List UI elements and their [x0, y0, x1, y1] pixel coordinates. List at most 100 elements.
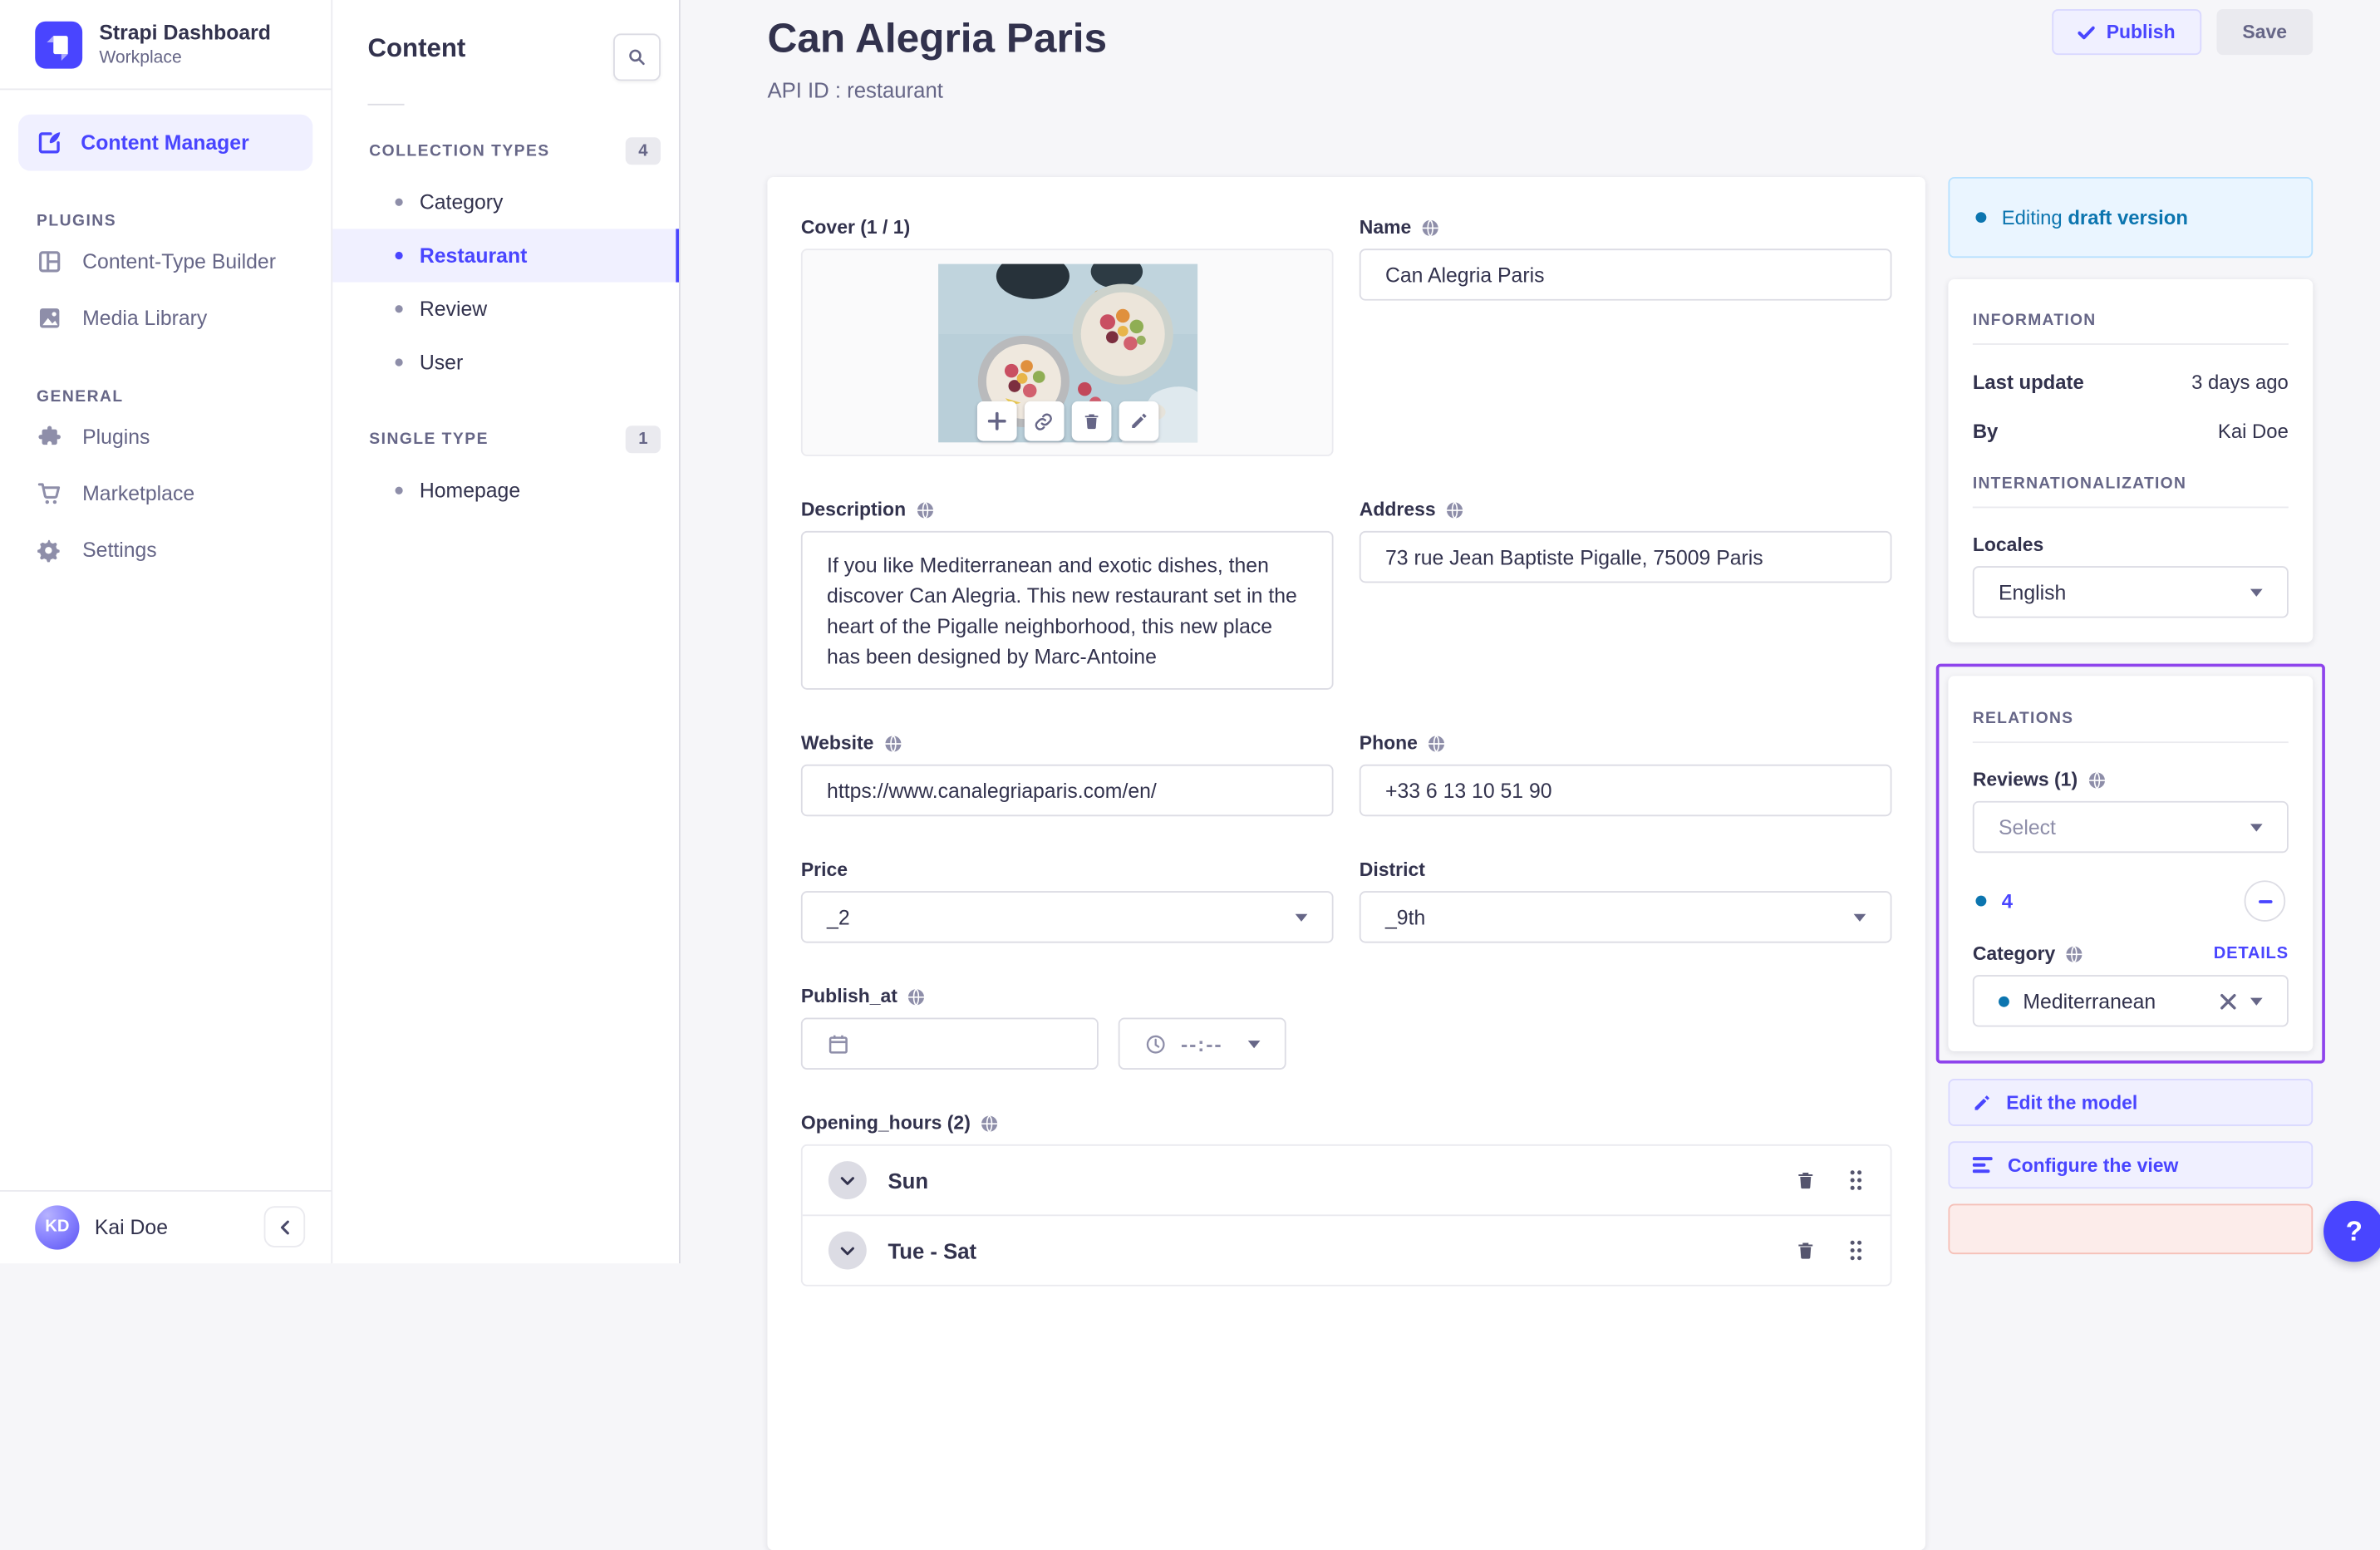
remove-relation-button[interactable] [2244, 880, 2286, 922]
clear-icon[interactable] [2220, 992, 2236, 1009]
chevron-down-icon [2250, 996, 2263, 1005]
subnav-item-label: Homepage [419, 479, 521, 503]
add-asset-button[interactable] [976, 401, 1016, 441]
relations-card: RELATIONS Reviews (1) Select 4 Category … [1948, 676, 2314, 1051]
collapse-sidebar-button[interactable] [263, 1206, 306, 1247]
subnav-item-label: User [419, 351, 464, 374]
website-input[interactable]: https://www.canalegriaparis.com/en/ [800, 764, 1334, 817]
district-select[interactable]: _9th [1359, 891, 1892, 943]
category-label: Category [1972, 942, 2056, 965]
relations-highlight-outline: RELATIONS Reviews (1) Select 4 Category … [1935, 663, 2325, 1064]
api-id-subtitle: API ID : restaurant [767, 77, 943, 103]
description-textarea[interactable]: If you like Mediterranean and exotic dis… [800, 530, 1334, 690]
divider [1972, 506, 2289, 509]
time-input[interactable]: --:-- [1118, 1017, 1286, 1070]
sidebar-item-content-type-builder[interactable]: Content-Type Builder [0, 234, 331, 290]
layout-icon [37, 248, 62, 274]
delete-entry-button-partial[interactable] [1948, 1203, 2314, 1255]
subnav-item-restaurant[interactable]: Restaurant [332, 229, 679, 283]
delete-entry-button[interactable] [1796, 1240, 1816, 1262]
plus-icon [986, 411, 1006, 431]
delete-asset-button[interactable] [1070, 401, 1111, 441]
save-button[interactable]: Save [2216, 9, 2314, 56]
locale-select[interactable]: English [1972, 566, 2289, 618]
globe-icon [915, 499, 935, 519]
edit-model-button[interactable]: Edit the model [1948, 1078, 2314, 1126]
bullet-icon [395, 251, 403, 260]
divider [1972, 741, 2289, 744]
status-dot-icon [1975, 212, 1987, 224]
drag-handle-icon[interactable] [1847, 1169, 1864, 1192]
sidebar-item-marketplace[interactable]: Marketplace [0, 465, 331, 522]
chevron-down-icon [840, 1176, 854, 1184]
reviews-select[interactable]: Select [1972, 800, 2289, 854]
count-badge: 4 [625, 137, 661, 165]
expand-entry-button[interactable] [828, 1231, 867, 1270]
bullet-icon [1999, 995, 2009, 1006]
field-label: District [1359, 859, 1425, 881]
subnav-item-review[interactable]: Review [332, 283, 679, 336]
expand-entry-button[interactable] [828, 1161, 867, 1200]
internationalization-title: INTERNATIONALIZATION [1972, 474, 2187, 493]
sidebar-item-media-library[interactable]: Media Library [0, 290, 331, 347]
field-label: Name [1359, 216, 1412, 239]
category-select[interactable]: Mediterranean [1972, 975, 2289, 1027]
subnav-item-homepage[interactable]: Homepage [332, 464, 679, 517]
field-label: Cover (1 / 1) [800, 216, 911, 239]
bullet-icon [395, 358, 403, 367]
drag-handle-icon[interactable] [1847, 1239, 1864, 1262]
main-sidebar: Strapi Dashboard Workplace Content Manag… [0, 0, 333, 1263]
chevron-down-icon [1853, 913, 1866, 921]
date-input[interactable] [800, 1017, 1099, 1070]
count-badge: 1 [625, 426, 661, 454]
publish-button[interactable]: Publish [2051, 9, 2201, 56]
user-row: KD Kai Doe [0, 1189, 332, 1262]
collection-types-group: COLLECTION TYPES 4 Category Restaurant R… [332, 135, 679, 389]
sidebar-item-plugins[interactable]: Plugins [0, 409, 331, 465]
search-button[interactable] [613, 33, 661, 81]
sidebar-item-label: Content Manager [81, 130, 249, 155]
nav-section-plugins: PLUGINS [37, 212, 117, 231]
chevron-left-icon [280, 1219, 288, 1234]
delete-entry-button[interactable] [1796, 1169, 1816, 1191]
copy-link-button[interactable] [1023, 401, 1064, 441]
last-update-row: Last update 3 days ago [1972, 371, 2289, 394]
subnav-item-category[interactable]: Category [332, 175, 679, 229]
by-row: By Kai Doe [1972, 419, 2289, 443]
opening-hours-entry-sun: Sun [803, 1146, 1891, 1215]
cover-dropzone[interactable] [800, 248, 1334, 456]
page-title: Can Alegria Paris [767, 15, 1108, 62]
bullet-icon [395, 305, 403, 313]
content-subnav: Content COLLECTION TYPES 4 Category Rest… [332, 0, 681, 1263]
edit-asset-button[interactable] [1118, 401, 1158, 441]
workspace-name: Workplace [99, 48, 182, 67]
review-link[interactable]: 4 [2002, 889, 2013, 913]
entry-label: Sun [888, 1168, 929, 1193]
nav-section-general: GENERAL [37, 387, 124, 406]
trash-icon [1084, 413, 1098, 429]
configure-view-button[interactable]: Configure the view [1948, 1141, 2314, 1189]
chevron-down-icon [2250, 823, 2263, 831]
app-title: Strapi Dashboard [99, 21, 271, 45]
cover-field: Cover (1 / 1) [800, 216, 1334, 456]
sidebar-item-content-manager[interactable]: Content Manager [18, 114, 313, 171]
chevron-down-icon [2250, 588, 2263, 596]
name-input[interactable]: Can Alegria Paris [1359, 248, 1892, 301]
single-type-group: SINGLE TYPE 1 Homepage [332, 424, 679, 517]
address-input[interactable]: 73 rue Jean Baptiste Pigalle, 75009 Pari… [1359, 530, 1892, 583]
entry-label: Tue - Sat [888, 1238, 977, 1263]
workspace-header[interactable]: Strapi Dashboard Workplace [0, 0, 332, 91]
field-label: Phone [1359, 732, 1418, 754]
search-icon [629, 49, 645, 66]
sidebar-item-settings[interactable]: Settings [0, 522, 331, 578]
strapi-dashboard: Strapi Dashboard Workplace Content Manag… [0, 0, 2380, 1550]
pencil-icon [1974, 1095, 1990, 1110]
details-link[interactable]: DETAILS [2214, 944, 2289, 962]
help-button[interactable]: ? [2323, 1200, 2380, 1262]
strapi-logo [35, 21, 83, 69]
price-select[interactable]: _2 [800, 891, 1334, 943]
opening-hours-entry-tue-sat: Tue - Sat [802, 1214, 1891, 1284]
phone-input[interactable]: +33 6 13 10 51 90 [1359, 764, 1892, 817]
chevron-down-icon [1295, 913, 1308, 921]
subnav-item-user[interactable]: User [332, 336, 679, 389]
